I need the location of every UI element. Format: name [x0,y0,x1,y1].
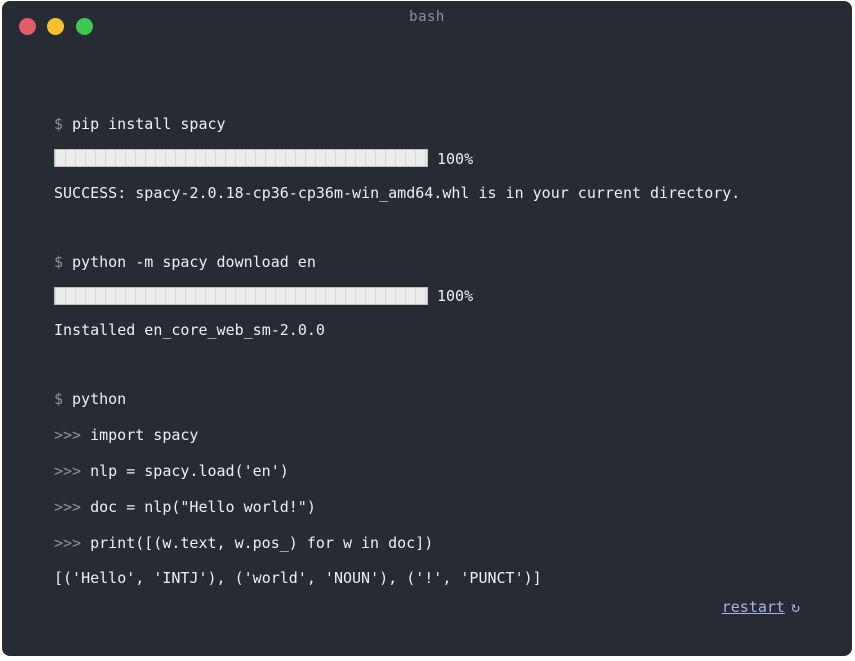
python-code: print([(w.text, w.pos_) for w in doc]) [90,534,434,552]
python-line: >>> import spacy [54,425,198,445]
python-prompt: >>> [54,462,82,480]
output-line: [('Hello', 'INTJ'), ('world', 'NOUN'), (… [54,569,542,587]
command-text: python -m spacy download en [72,253,316,271]
command-line: $ python [54,389,126,409]
python-prompt: >>> [54,534,82,552]
command-line: $ pip install spacy [54,114,226,134]
output-line: SUCCESS: spacy-2.0.18-cp36-cp36m-win_amd… [54,184,741,202]
shell-prompt: $ [54,390,64,408]
python-code: import spacy [90,426,199,444]
progress-bar [54,287,428,305]
python-code: doc = nlp("Hello world!") [90,498,316,516]
progress-percent: 100% [437,287,474,305]
python-line: >>> nlp = spacy.load('en') [54,461,289,481]
python-prompt: >>> [54,498,82,516]
progress-bar [54,149,428,167]
shell-prompt: $ [54,253,64,271]
output-line: Installed en_core_web_sm-2.0.0 [54,321,325,339]
restart-label: restart [721,598,785,616]
python-line: >>> print([(w.text, w.pos_) for w in doc]… [54,533,433,553]
progress-percent: 100% [437,150,474,168]
command-text: python [72,390,127,408]
command-line: $ python -m spacy download en [54,252,316,272]
refresh-icon: ↻ [790,598,800,616]
restart-link[interactable]: restart ↻ [722,597,800,617]
shell-prompt: $ [54,115,64,133]
terminal-window: bash $ pip install spacy 100% SUCCESS: sp… [2,1,852,656]
python-line: >>> doc = nlp("Hello world!") [54,497,316,517]
command-text: pip install spacy [72,115,226,133]
python-prompt: >>> [54,426,82,444]
python-code: nlp = spacy.load('en') [90,462,289,480]
terminal-output: $ pip install spacy 100% SUCCESS: spacy-2… [54,1,814,587]
